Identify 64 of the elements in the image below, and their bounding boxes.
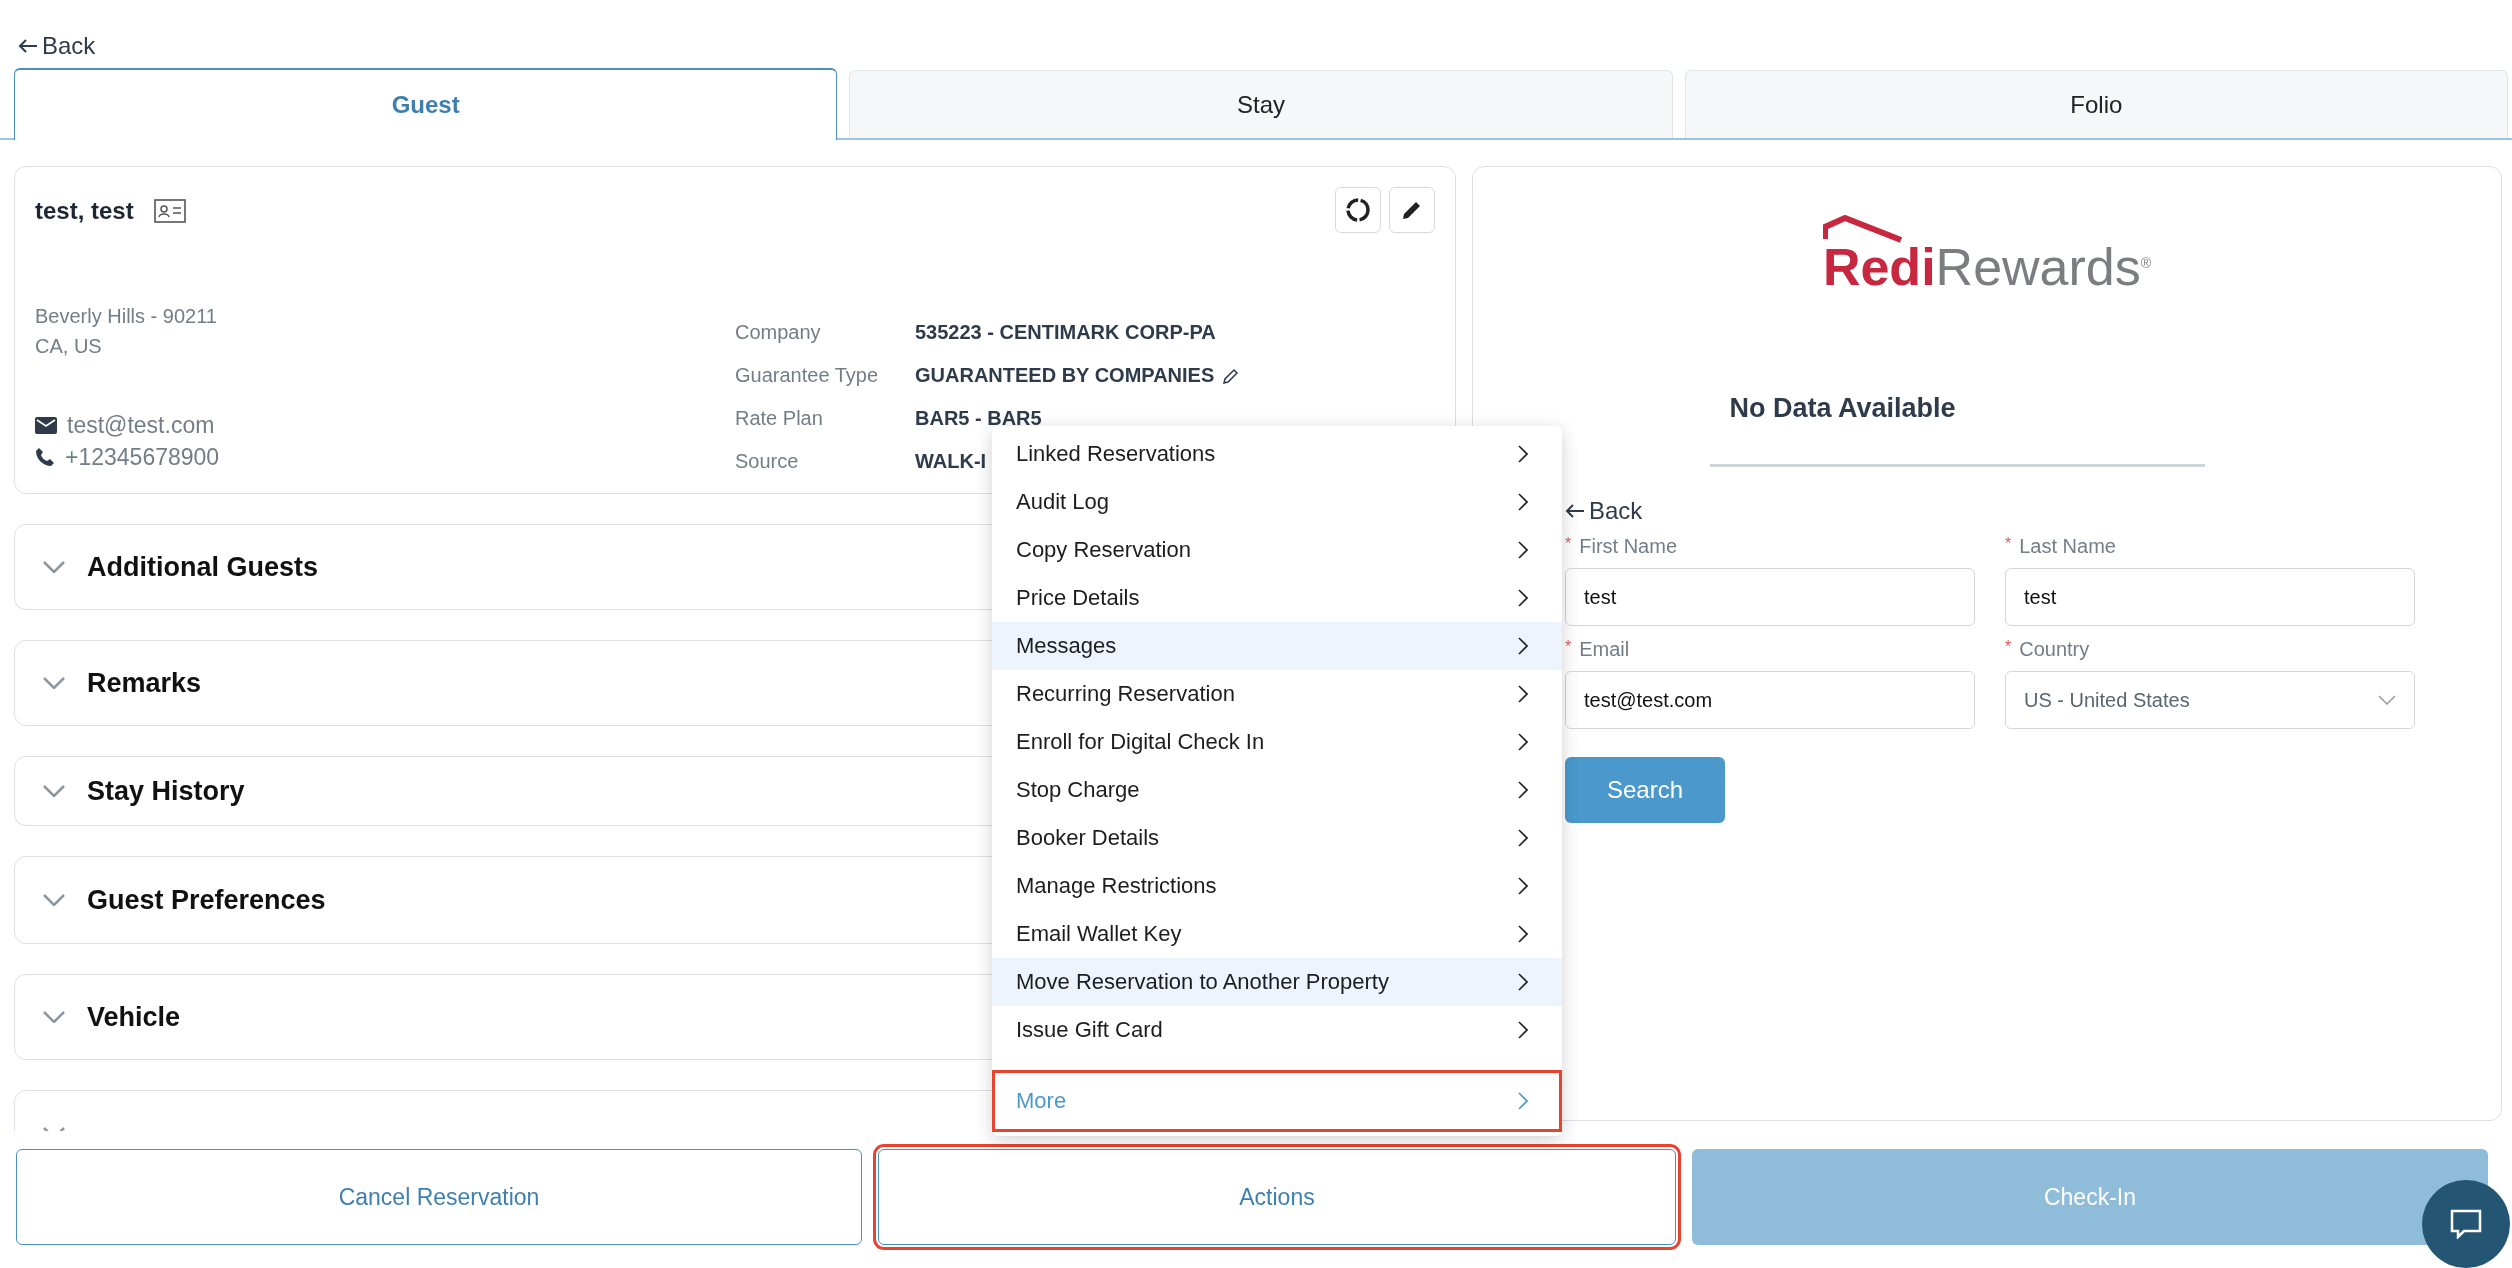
section-title: Vehicle: [87, 1001, 181, 1033]
address-line: CA, US: [35, 334, 103, 359]
tab[interactable]: Guest: [14, 68, 838, 140]
detail-label: Rate Plan: [735, 407, 824, 430]
detail-value: WALK-I: [915, 450, 987, 473]
chat-bubble-icon: [2450, 1209, 2482, 1239]
guest-name: test, test: [35, 197, 134, 225]
tab[interactable]: Folio: [1684, 70, 2508, 138]
chevron-right-icon: [1518, 589, 1528, 607]
country-select[interactable]: US - United States: [2005, 671, 2415, 729]
back-link[interactable]: Back: [18, 32, 96, 60]
arrow-left-icon: [1565, 503, 1585, 519]
chevron-right-icon: [1518, 637, 1528, 655]
chevron-right-icon: [1518, 445, 1528, 463]
edit-button[interactable]: [1389, 187, 1435, 233]
chevron-right-icon: [1518, 685, 1528, 703]
chevron-right-icon: [1518, 1021, 1528, 1039]
chevron-right-icon: [1518, 541, 1528, 559]
detail-label: Source: [735, 450, 800, 473]
detail-value: GUARANTEED BY COMPANIES: [915, 364, 1215, 387]
chevron-right-icon: [1518, 733, 1528, 751]
input-field[interactable]: test: [1565, 568, 1975, 626]
pencil-icon[interactable]: [1222, 366, 1241, 385]
footer-button[interactable]: Cancel Reservation: [16, 1149, 862, 1245]
section-title: Additional Guests: [87, 551, 319, 583]
detail-label: Guarantee Type: [735, 364, 880, 387]
field-label: * First Name: [1565, 535, 1679, 558]
chevron-right-icon: [1518, 781, 1528, 799]
chevron-right-icon: [1518, 1092, 1528, 1110]
roof-icon: [1822, 215, 1903, 243]
detail-value: BAR5 - BAR5: [915, 407, 1042, 430]
logo-text: Redi: [1822, 241, 1936, 293]
guest-email: test@test.com: [67, 411, 215, 440]
chevron-right-icon: [1518, 973, 1528, 991]
back-link[interactable]: Back: [1565, 497, 2421, 525]
section-title: Remarks: [87, 667, 202, 699]
chevron-right-icon: [1518, 925, 1528, 943]
logo-text: Rewards: [1935, 241, 2141, 293]
section-title: Guest Preferences: [87, 884, 326, 916]
registered-mark: ®: [2140, 255, 2152, 271]
menu-item[interactable]: Audit Log: [992, 478, 1562, 526]
field-label: * Last Name: [2005, 535, 2117, 558]
field-label: * Country: [2005, 638, 2091, 661]
status-message: No Data Available: [1709, 393, 2205, 467]
tab[interactable]: Stay: [849, 70, 1673, 138]
address-line: Beverly Hills - 90211: [35, 304, 218, 329]
id-card-icon: [153, 199, 186, 223]
envelope-icon: [35, 416, 57, 434]
guest-phone: +12345678900: [65, 443, 220, 472]
menu-item[interactable]: Linked Reservations: [992, 430, 1562, 478]
chevron-right-icon: [1518, 829, 1528, 847]
menu-item[interactable]: Move Reservation to Another Property: [992, 958, 1562, 1006]
chevron-right-icon: [1518, 493, 1528, 511]
section-title: Stay History: [87, 775, 245, 807]
menu-item[interactable]: Messages: [992, 622, 1562, 670]
field-label: * Email: [1565, 638, 1631, 661]
input-field[interactable]: test@test.com: [1565, 671, 1975, 729]
phone-icon: [35, 447, 55, 467]
chevron-right-icon: [1518, 877, 1528, 895]
input-field[interactable]: test: [2005, 568, 2415, 626]
detail-value: 535223 - CENTIMARK CORP-PA: [915, 321, 1216, 344]
detail-label: Company: [735, 321, 822, 344]
refresh-button[interactable]: [1335, 187, 1381, 233]
arrow-left-icon: [18, 38, 38, 54]
